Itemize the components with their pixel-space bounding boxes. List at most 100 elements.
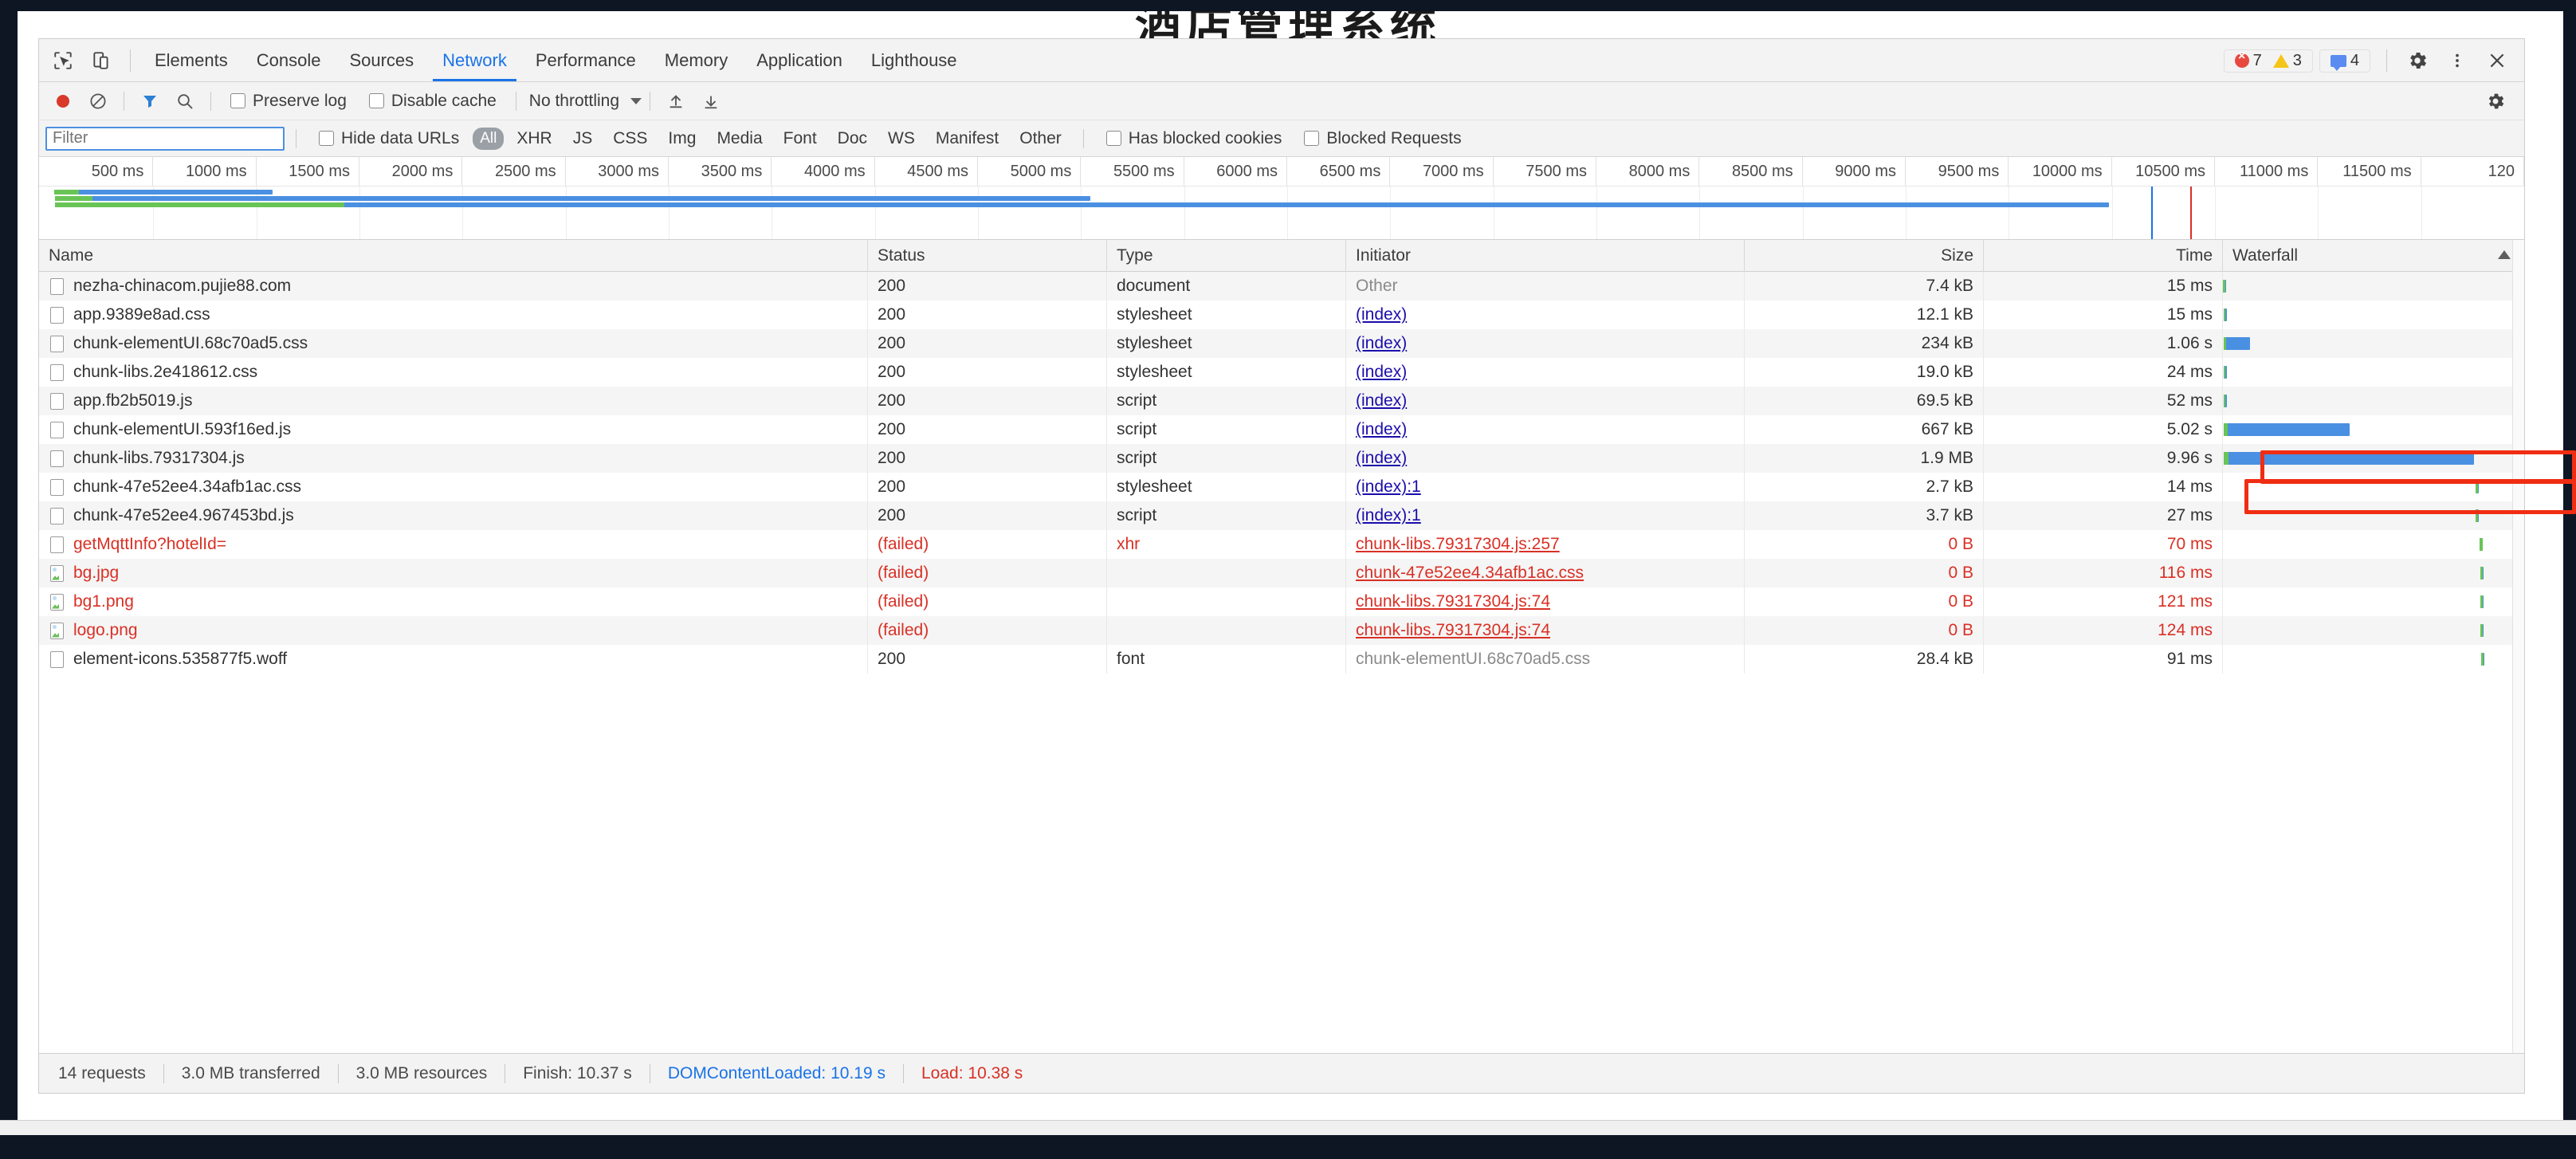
initiator-link[interactable]: (index) [1356,305,1407,324]
filter-type-manifest[interactable]: Manifest [928,128,1007,150]
cell-name[interactable]: chunk-47e52ee4.967453bd.js [39,501,868,530]
table-row[interactable]: chunk-libs.79317304.js200script(index)1.… [39,444,2524,473]
filter-type-media[interactable]: Media [709,128,770,150]
disable-cache-checkbox[interactable] [369,93,384,108]
cell-initiator[interactable]: (index):1 [1346,473,1745,501]
error-counter[interactable]: 7 [2231,52,2266,70]
tab-console[interactable]: Console [242,40,336,81]
tab-elements[interactable]: Elements [140,40,242,81]
cell-name[interactable]: nezha-chinacom.pujie88.com [39,272,868,301]
cell-name[interactable]: getMqttInfo?hotelId= [39,530,868,559]
inspect-element-icon[interactable] [45,45,80,77]
cell-name[interactable]: chunk-libs.2e418612.css [39,358,868,387]
cell-initiator[interactable]: chunk-elementUI.68c70ad5.css [1346,645,1745,674]
filter-type-img[interactable]: Img [660,128,704,150]
tab-sources[interactable]: Sources [335,40,428,81]
table-row[interactable]: chunk-47e52ee4.34afb1ac.css200stylesheet… [39,473,2524,501]
clear-button[interactable] [82,87,114,116]
initiator-link[interactable]: (index) [1356,391,1407,410]
cell-name[interactable]: chunk-47e52ee4.34afb1ac.css [39,473,868,501]
table-row[interactable]: bg1.png(failed)chunk-libs.79317304.js:74… [39,587,2524,616]
initiator-link[interactable]: (index) [1356,420,1407,438]
more-vertical-icon[interactable] [2440,45,2475,77]
initiator-link[interactable]: (index):1 [1356,506,1421,524]
filter-type-ws[interactable]: WS [880,128,923,150]
initiator-link[interactable]: chunk-libs.79317304.js:257 [1356,535,1560,553]
tab-memory[interactable]: Memory [650,40,742,81]
cell-initiator[interactable]: (index) [1346,444,1745,473]
initiator-link[interactable]: chunk-libs.79317304.js:74 [1356,592,1550,611]
column-header-size[interactable]: Size [1745,240,1984,272]
table-row[interactable]: element-icons.535877f5.woff200fontchunk-… [39,645,2524,674]
tab-lighthouse[interactable]: Lighthouse [857,40,972,81]
column-header-time[interactable]: Time [1984,240,2223,272]
timeline-ruler[interactable]: 500 ms1000 ms1500 ms2000 ms2500 ms3000 m… [39,157,2524,187]
cell-initiator[interactable]: chunk-libs.79317304.js:74 [1346,587,1745,616]
table-row[interactable]: chunk-elementUI.593f16ed.js200script(ind… [39,415,2524,444]
column-header-type[interactable]: Type [1107,240,1346,272]
blocked-requests-toggle[interactable]: Blocked Requests [1304,129,1461,148]
initiator-link[interactable]: (index) [1356,334,1407,352]
cell-initiator[interactable]: (index) [1346,329,1745,358]
table-row[interactable]: getMqttInfo?hotelId=(failed)xhrchunk-lib… [39,530,2524,559]
filter-type-css[interactable]: CSS [605,128,655,150]
disable-cache-toggle[interactable]: Disable cache [369,92,497,111]
cell-initiator[interactable]: (index) [1346,387,1745,415]
close-icon[interactable] [2480,45,2515,77]
column-header-waterfall[interactable]: Waterfall [2223,240,2524,272]
table-row[interactable]: logo.png(failed)chunk-libs.79317304.js:7… [39,616,2524,645]
tab-network[interactable]: Network [428,40,521,81]
cell-name[interactable]: bg1.png [39,587,868,616]
cell-initiator[interactable]: (index) [1346,301,1745,329]
filter-type-all[interactable]: All [473,128,504,150]
table-row[interactable]: bg.jpg(failed)chunk-47e52ee4.34afb1ac.cs… [39,559,2524,587]
table-row[interactable]: app.9389e8ad.css200stylesheet(index)12.1… [39,301,2524,329]
tab-performance[interactable]: Performance [521,40,650,81]
column-header-status[interactable]: Status [868,240,1107,272]
export-har-icon[interactable] [695,87,727,116]
cell-initiator[interactable]: (index):1 [1346,501,1745,530]
warning-counter[interactable]: 3 [2269,52,2306,70]
has-blocked-cookies-checkbox[interactable] [1106,131,1121,146]
table-row[interactable]: chunk-47e52ee4.967453bd.js200script(inde… [39,501,2524,530]
throttling-select[interactable]: No throttling [529,92,642,111]
cell-initiator[interactable]: (index) [1346,358,1745,387]
initiator-link[interactable]: chunk-libs.79317304.js:74 [1356,621,1550,639]
record-button[interactable] [47,87,79,116]
hide-data-urls-toggle[interactable]: Hide data URLs [319,129,459,148]
table-row[interactable]: chunk-libs.2e418612.css200stylesheet(ind… [39,358,2524,387]
cell-initiator[interactable]: (index) [1346,415,1745,444]
issue-counters[interactable]: 7 3 [2224,49,2313,73]
cell-name[interactable]: bg.jpg [39,559,868,587]
network-settings-gear-icon[interactable] [2480,87,2511,116]
initiator-link[interactable]: (index):1 [1356,477,1421,496]
initiator-link[interactable]: (index) [1356,363,1407,381]
import-har-icon[interactable] [660,87,692,116]
cell-name[interactable]: logo.png [39,616,868,645]
filter-type-js[interactable]: JS [565,128,601,150]
cell-name[interactable]: chunk-libs.79317304.js [39,444,868,473]
preserve-log-checkbox[interactable] [230,93,245,108]
tab-application[interactable]: Application [742,40,857,81]
cell-initiator[interactable]: chunk-47e52ee4.34afb1ac.css [1346,559,1745,587]
column-header-initiator[interactable]: Initiator [1346,240,1745,272]
device-toolbar-icon[interactable] [84,45,119,77]
table-row[interactable]: nezha-chinacom.pujie88.com200documentOth… [39,272,2524,301]
initiator-link[interactable]: (index) [1356,449,1407,467]
filter-type-xhr[interactable]: XHR [509,128,560,150]
column-header-name[interactable]: Name [39,240,868,272]
hide-data-urls-checkbox[interactable] [319,131,334,146]
filter-type-other[interactable]: Other [1011,128,1070,150]
gear-icon[interactable] [2400,45,2435,77]
cell-name[interactable]: chunk-elementUI.593f16ed.js [39,415,868,444]
cell-name[interactable]: app.fb2b5019.js [39,387,868,415]
message-counters[interactable]: 4 [2319,49,2370,73]
search-icon[interactable] [169,87,201,116]
overview-graph[interactable] [39,187,2524,240]
network-overview[interactable]: 500 ms1000 ms1500 ms2000 ms2500 ms3000 m… [39,157,2524,240]
filter-type-font[interactable]: Font [776,128,825,150]
cell-name[interactable]: element-icons.535877f5.woff [39,645,868,674]
preserve-log-toggle[interactable]: Preserve log [230,92,347,111]
cell-initiator[interactable]: chunk-libs.79317304.js:257 [1346,530,1745,559]
initiator-link[interactable]: chunk-47e52ee4.34afb1ac.css [1356,564,1584,582]
